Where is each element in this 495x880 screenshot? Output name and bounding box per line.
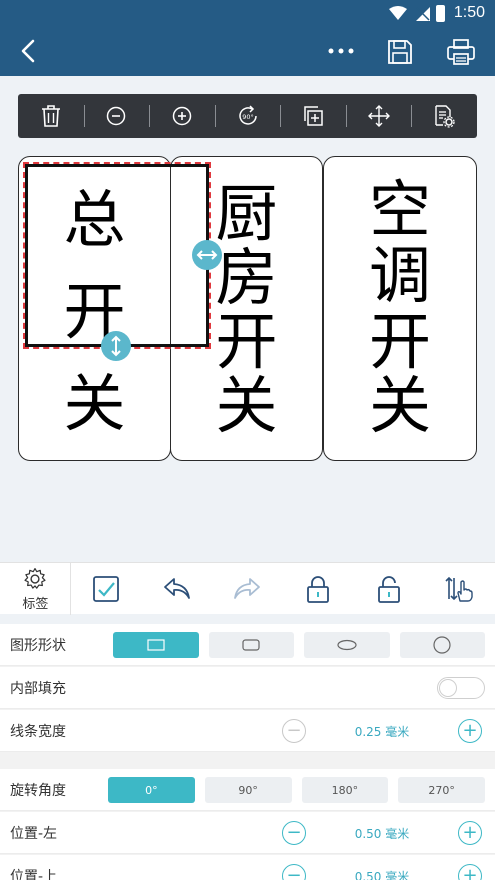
shape-rounded-rectangle-option[interactable]	[208, 632, 294, 658]
save-icon[interactable]	[386, 38, 414, 66]
cell-1-char-3: 关	[63, 367, 126, 440]
resize-width-handle[interactable]	[192, 240, 222, 270]
checkbox-icon	[93, 576, 119, 602]
gear-icon	[24, 567, 46, 589]
status-time: 1:50	[453, 4, 485, 21]
rounded-rectangle-icon	[242, 639, 260, 651]
move-icon	[367, 105, 390, 127]
back-arrow-icon[interactable]	[14, 36, 44, 66]
edit-toolbar: 90°	[18, 94, 477, 138]
duplicate-icon	[304, 106, 323, 126]
position-top-decrease-button[interactable]: −	[282, 864, 306, 880]
rectangle-icon	[147, 639, 165, 651]
move-button[interactable]	[345, 94, 412, 138]
horizontal-arrows-icon	[196, 250, 218, 260]
position-top-value: 0.50 毫米	[354, 870, 410, 880]
ellipse-icon	[337, 639, 357, 651]
cell-3-char-3: 开	[368, 305, 431, 378]
rotation-90-option[interactable]: 90°	[204, 777, 292, 803]
shape-row: 图形形状	[0, 624, 495, 666]
rotation-row: 旋转角度 0° 90° 180° 270°	[0, 769, 495, 811]
lock-icon	[307, 576, 329, 603]
undo-icon	[163, 578, 190, 599]
fill-row: 内部填充	[0, 667, 495, 709]
redo-button[interactable]	[212, 563, 283, 615]
cell-3-char-1: 空	[368, 173, 431, 246]
delete-button[interactable]	[18, 94, 84, 138]
resize-height-handle[interactable]	[101, 331, 131, 361]
zoom-in-button[interactable]	[149, 94, 215, 138]
line-width-value: 0.25 毫米	[354, 725, 410, 739]
selected-rectangle-shape[interactable]	[23, 162, 211, 349]
position-left-label: 位置-左	[10, 826, 58, 842]
rotate-90-button[interactable]: 90°	[214, 94, 281, 138]
unlock-button[interactable]	[353, 563, 424, 615]
line-width-decrease-button[interactable]: −	[282, 719, 306, 743]
circle-icon	[433, 636, 451, 654]
rotate-90-icon: 90°	[238, 105, 257, 125]
settings-doc-icon	[435, 105, 455, 128]
signal-icon	[416, 7, 430, 21]
zoom-in-icon	[172, 106, 192, 126]
vertical-arrows-icon	[111, 335, 121, 357]
more-icon[interactable]	[324, 38, 358, 64]
line-width-increase-button[interactable]: +	[458, 719, 482, 743]
shape-label: 图形形状	[10, 638, 66, 654]
shape-rectangle-option[interactable]	[113, 632, 199, 658]
shape-options	[113, 632, 485, 658]
position-top-label: 位置-上	[10, 869, 58, 880]
properties-button[interactable]	[411, 94, 477, 138]
rotation-options: 0° 90° 180° 270°	[108, 777, 485, 803]
fill-toggle[interactable]	[437, 677, 485, 699]
properties-panel: 图形形状 内部填充 线条宽度 − 0.25 毫米 + 旋转角度 0° 90° 1…	[0, 624, 495, 880]
fill-label: 内部填充	[10, 681, 66, 697]
rotation-label: 旋转角度	[10, 783, 66, 799]
status-bar: 1:50	[0, 0, 495, 28]
zoom-out-button[interactable]	[83, 94, 150, 138]
position-top-row: 位置-上 − 0.50 毫米 +	[0, 855, 495, 880]
shape-circle-option[interactable]	[399, 632, 485, 658]
zoom-out-icon	[107, 106, 126, 126]
position-left-value: 0.50 毫米	[354, 827, 410, 841]
position-left-row: 位置-左 − 0.50 毫米 +	[0, 812, 495, 854]
cell-2-char-4: 关	[215, 369, 278, 442]
rotation-180-option[interactable]: 180°	[301, 777, 389, 803]
battery-icon	[436, 5, 445, 22]
multi-select-button[interactable]	[71, 563, 142, 615]
sort-touch-button[interactable]	[424, 563, 495, 615]
line-width-label: 线条宽度	[10, 724, 66, 740]
wifi-icon	[389, 6, 407, 20]
sort-touch-icon	[445, 576, 474, 602]
shape-ellipse-option[interactable]	[304, 632, 390, 658]
position-left-decrease-button[interactable]: −	[282, 821, 306, 845]
label-settings-text: 标签	[22, 597, 49, 612]
undo-button[interactable]	[141, 563, 212, 615]
position-left-increase-button[interactable]: +	[458, 821, 482, 845]
print-icon[interactable]	[446, 38, 476, 66]
redo-icon	[234, 578, 261, 599]
cell-3-char-2: 调	[368, 239, 431, 312]
position-top-increase-button[interactable]: +	[458, 864, 482, 880]
app-bar	[0, 28, 495, 76]
label-settings-button[interactable]: 标签	[0, 563, 71, 615]
lock-button[interactable]	[283, 563, 354, 615]
svg-text:90°: 90°	[242, 113, 254, 121]
unlock-icon	[377, 576, 400, 603]
bottom-tool-row: 标签	[0, 562, 495, 615]
rotation-0-option[interactable]: 0°	[108, 777, 195, 803]
rotation-270-option[interactable]: 270°	[398, 777, 485, 803]
delete-icon	[41, 105, 60, 127]
cell-3-char-4: 关	[368, 369, 431, 442]
duplicate-button[interactable]	[280, 94, 346, 138]
label-cell-3[interactable]: 空 调 开 关	[323, 156, 477, 461]
label-canvas[interactable]: 总 开 关 厨 房 开 关 空 调 开 关	[18, 156, 477, 462]
line-width-row: 线条宽度 − 0.25 毫米 +	[0, 710, 495, 752]
